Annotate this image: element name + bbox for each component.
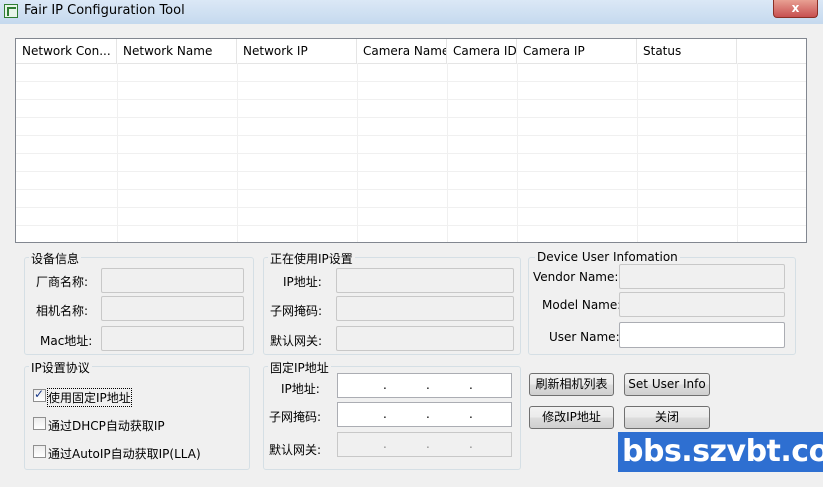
window-title: Fair IP Configuration Tool <box>24 3 185 18</box>
table-row[interactable] <box>16 135 806 154</box>
fixed-subnet-input[interactable]: . . . <box>337 402 512 427</box>
mac-address-field <box>101 326 244 351</box>
ip-dot: . <box>426 407 430 421</box>
ip-dot: . <box>426 437 430 451</box>
fixed-ip-option-label[interactable]: 使用固定IP地址 <box>47 388 132 407</box>
current-ip-title: 正在使用IP设置 <box>268 250 355 267</box>
ip-dot: . <box>469 407 473 421</box>
fixed-gateway-label: 默认网关: <box>269 443 322 457</box>
table-row[interactable] <box>16 171 806 190</box>
vendor-name-en-field <box>619 264 785 289</box>
ip-dot: . <box>426 378 430 392</box>
fixed-ip-input[interactable]: . . . <box>337 373 512 398</box>
column-network-name[interactable]: Network Name <box>117 39 237 63</box>
fixed-ip-title: 固定IP地址 <box>268 359 331 376</box>
model-name-label: Model Name: <box>542 298 622 312</box>
app-window: Fair IP Configuration Tool x Network Con… <box>0 0 823 487</box>
app-icon <box>4 4 18 18</box>
column-status[interactable]: Status <box>637 39 737 63</box>
fixed-ip-checkbox[interactable] <box>33 387 46 402</box>
table-row[interactable] <box>16 189 806 208</box>
current-ip-field <box>336 268 514 293</box>
current-subnet-label: 子网掩码: <box>270 304 323 318</box>
table-row[interactable] <box>16 63 806 82</box>
camera-name-label: 相机名称: <box>36 304 89 318</box>
user-name-input[interactable] <box>619 322 785 348</box>
vendor-name-field <box>101 268 244 293</box>
dhcp-checkbox[interactable] <box>33 417 46 430</box>
table-row[interactable] <box>16 81 806 100</box>
table-header: Network Con... Network Name Network IP C… <box>16 39 806 64</box>
dhcp-option-label[interactable]: 通过DHCP自动获取IP <box>48 417 165 434</box>
title-bar[interactable]: Fair IP Configuration Tool x <box>0 0 823 24</box>
ip-dot: . <box>469 437 473 451</box>
ip-dot: . <box>383 407 387 421</box>
model-name-field <box>619 292 785 317</box>
current-gateway-field <box>336 326 514 351</box>
column-camera-id[interactable]: Camera ID <box>447 39 517 63</box>
column-camera-name[interactable]: Camera Name <box>357 39 447 63</box>
column-network-connection[interactable]: Network Con... <box>16 39 117 63</box>
watermark: bbs.szvbt.com <box>618 432 823 472</box>
close-window-button[interactable]: x <box>773 0 818 18</box>
autoip-option-label[interactable]: 通过AutoIP自动获取IP(LLA) <box>48 445 201 462</box>
fixed-subnet-label: 子网掩码: <box>269 410 322 424</box>
table-row[interactable] <box>16 153 806 172</box>
ip-dot: . <box>383 437 387 451</box>
table-row[interactable] <box>16 99 806 118</box>
mac-address-label: Mac地址: <box>40 334 93 348</box>
current-ip-label: IP地址: <box>283 275 322 289</box>
user-name-label: User Name: <box>549 330 620 344</box>
close-button[interactable]: 关闭 <box>624 406 710 429</box>
ip-dot: . <box>383 378 387 392</box>
table-row[interactable] <box>16 117 806 136</box>
set-user-info-button[interactable]: Set User Info <box>624 373 710 396</box>
autoip-checkbox[interactable] <box>33 445 46 458</box>
user-info-title: Device User Infomation <box>535 250 680 264</box>
device-info-title: 设备信息 <box>29 250 82 267</box>
vendor-name-label: 厂商名称: <box>36 275 89 289</box>
ip-protocol-title: IP设置协议 <box>29 359 92 376</box>
fixed-gateway-input: . . . <box>337 432 512 457</box>
modify-ip-button[interactable]: 修改IP地址 <box>529 406 614 429</box>
current-subnet-field <box>336 296 514 321</box>
vendor-name-en-label: Vendor Name: <box>533 270 619 284</box>
camera-list-table[interactable]: Network Con... Network Name Network IP C… <box>15 38 807 243</box>
camera-name-field <box>101 296 244 321</box>
ip-dot: . <box>469 378 473 392</box>
table-row[interactable] <box>16 207 806 226</box>
refresh-camera-list-button[interactable]: 刷新相机列表 <box>529 373 614 396</box>
current-gateway-label: 默认网关: <box>270 334 323 348</box>
column-network-ip[interactable]: Network IP <box>237 39 357 63</box>
column-camera-ip[interactable]: Camera IP <box>517 39 637 63</box>
fixed-ip-label: IP地址: <box>281 382 320 396</box>
